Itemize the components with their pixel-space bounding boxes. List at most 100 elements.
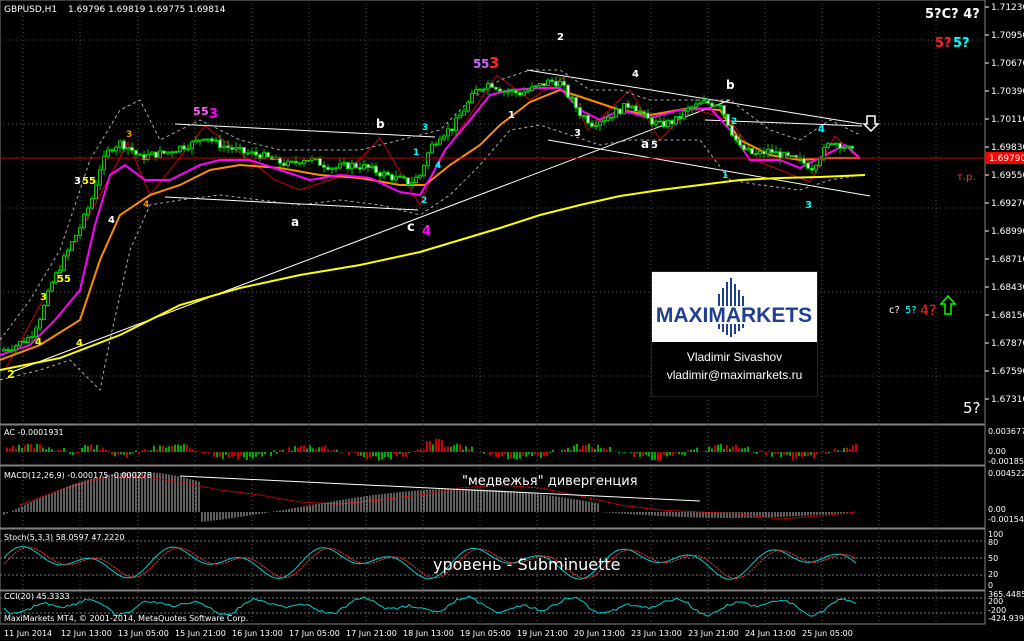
candle-body	[218, 139, 222, 149]
candle-body	[674, 116, 678, 125]
candle-body	[30, 336, 34, 339]
candle-body	[646, 112, 650, 119]
wave-label: 4	[422, 224, 431, 239]
wave-label: 5	[201, 105, 209, 118]
candle-body	[182, 145, 186, 150]
candle-body	[834, 142, 838, 145]
candle-body	[162, 150, 166, 154]
brand-footer: Vladimir Sivashov vladimir@maximarkets.r…	[652, 342, 817, 396]
candle-body	[846, 145, 850, 149]
wave-label: a	[291, 215, 299, 229]
candle-body	[738, 139, 742, 146]
candle-body	[486, 83, 490, 90]
time-tick: 23 Jun 13:00	[631, 629, 682, 638]
candle-body	[234, 147, 238, 150]
candle-body	[42, 305, 46, 320]
candle-body	[606, 116, 610, 121]
candle-body	[678, 116, 682, 119]
candle-body	[222, 145, 226, 149]
price-tick: 1.67590	[991, 367, 1024, 377]
wave-label: 2	[731, 117, 737, 127]
candle-body	[150, 151, 154, 155]
wave-label: 1	[413, 148, 419, 158]
candle-body	[106, 149, 110, 157]
svg-text:80: 80	[988, 538, 998, 547]
time-tick: 25 Jun 05:00	[802, 629, 853, 638]
candle-body	[374, 165, 378, 174]
wave-label: 4	[143, 200, 149, 210]
candle-body	[86, 207, 90, 215]
candle-body	[494, 86, 498, 90]
svg-text:0: 0	[988, 581, 993, 590]
candle-body	[642, 111, 646, 114]
candle-body	[90, 197, 94, 209]
candle-body	[514, 90, 518, 94]
candle-body	[110, 149, 114, 152]
candle-body	[554, 80, 558, 87]
candle-body	[334, 167, 338, 170]
candle-body	[622, 103, 626, 115]
tp-label: т.р.	[957, 172, 976, 183]
time-tick: 20 Jun 13:00	[574, 629, 625, 638]
wave-label: 1	[508, 110, 515, 121]
candle-body	[746, 147, 750, 151]
subpanel-axis: 0.003677 0.00 -0.001857 0.004522 0.00 -0…	[988, 427, 1024, 623]
wave-label: 3	[422, 123, 428, 133]
candle-body	[314, 157, 318, 160]
candle-body	[366, 164, 370, 169]
candle-body	[38, 318, 42, 329]
candle-body	[562, 80, 566, 86]
time-tick: 17 Jun 21:00	[346, 629, 397, 638]
candle-body	[202, 138, 206, 141]
right-mid-4: 4?	[920, 303, 936, 319]
candle-body	[6, 349, 10, 352]
candle-body	[778, 151, 782, 159]
candle-body	[394, 175, 398, 181]
candle-body	[142, 154, 146, 161]
candle-body	[350, 162, 354, 170]
ohlc-readout: 1.69796 1.69819 1.69775 1.69814	[68, 5, 226, 15]
candle-body	[194, 139, 198, 143]
author-email: vladimir@maximarkets.ru	[666, 368, 803, 382]
candle-body	[694, 103, 698, 108]
candle-body	[166, 151, 170, 154]
candle-body	[242, 146, 246, 154]
candle-body	[698, 102, 702, 105]
candle-body	[822, 146, 826, 160]
candle-body	[438, 138, 442, 145]
price-tick: 1.68990	[991, 227, 1024, 237]
candle-body	[214, 139, 218, 142]
candle-body	[582, 115, 586, 118]
maximarkets-logo: MAXIMARKETS	[656, 278, 812, 337]
candle-body	[306, 159, 310, 162]
candle-body	[634, 105, 638, 112]
candle-body	[502, 90, 506, 93]
candle-body	[382, 171, 386, 177]
candle-body	[398, 175, 402, 178]
candle-body	[158, 150, 162, 159]
candle-body	[66, 249, 70, 257]
candle-body	[10, 349, 14, 352]
price-tick: 1.68710	[991, 255, 1024, 265]
brand-logo-text: MAXIMARKETS	[656, 304, 812, 327]
candle-body	[806, 162, 810, 169]
candle-body	[682, 110, 686, 119]
candle-body	[34, 327, 38, 338]
candle-body	[174, 151, 178, 154]
candle-body	[118, 140, 122, 148]
candle-body	[14, 345, 18, 351]
price-tick: 1.67870	[991, 339, 1024, 349]
time-tick: 15 Jun 21:00	[175, 629, 226, 638]
svg-text:-424.9399: -424.9399	[988, 614, 1024, 623]
candle-body	[302, 159, 306, 165]
candle-body	[590, 122, 594, 127]
svg-text:0.004522: 0.004522	[988, 469, 1024, 478]
price-tick: 1.70110	[991, 115, 1024, 125]
candle-body	[310, 157, 314, 161]
candle-body	[714, 104, 718, 107]
chart-canvas[interactable]: 1.71230 1.70950 1.70670 1.70390 1.70110 1.698…	[0, 0, 1024, 641]
time-tick: 19 Jun 21:00	[517, 629, 568, 638]
candle-body	[490, 83, 494, 88]
candle-body	[830, 143, 834, 146]
wave-label: 4	[632, 69, 639, 80]
